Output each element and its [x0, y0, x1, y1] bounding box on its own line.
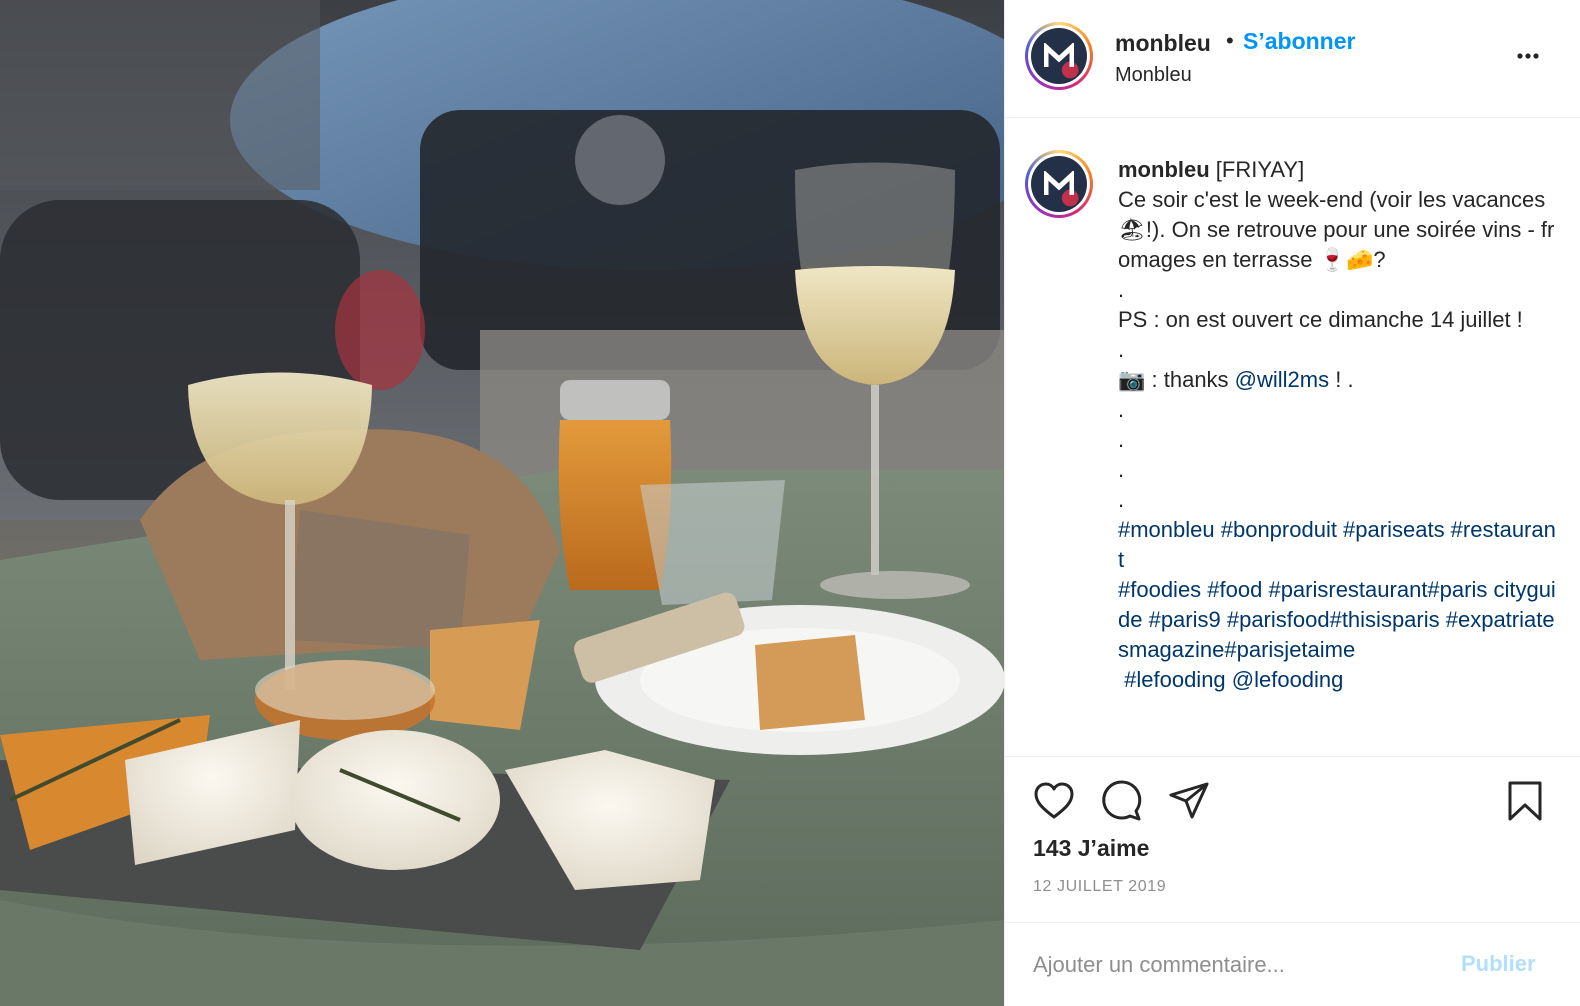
share-icon[interactable]	[1167, 779, 1211, 823]
photo-illustration	[0, 0, 1004, 1006]
comment-input[interactable]	[1033, 947, 1433, 983]
post-photo[interactable]	[0, 0, 1004, 1006]
publish-button[interactable]: Publier	[1461, 951, 1536, 977]
separator-dot: •	[1226, 28, 1234, 53]
post-actions: 143 J’aime 12 JUILLET 2019	[1005, 756, 1580, 946]
caption-username[interactable]: monbleu	[1118, 157, 1210, 182]
account-avatar[interactable]	[1025, 22, 1093, 90]
post-sidebar: monbleu • S’abonner Monbleu monbleu [FRI…	[1004, 0, 1580, 1006]
follow-button[interactable]: S’abonner	[1243, 28, 1355, 55]
bookmark-icon[interactable]	[1503, 779, 1547, 823]
post-date[interactable]: 12 JUILLET 2019	[1033, 878, 1166, 896]
caption-avatar[interactable]	[1025, 150, 1093, 218]
caption-section: monbleu [FRIYAY] Ce soir c'est le week-e…	[1005, 119, 1580, 756]
header-username[interactable]: monbleu	[1115, 30, 1211, 57]
heart-icon[interactable]	[1032, 779, 1076, 823]
post-header: monbleu • S’abonner Monbleu	[1005, 0, 1580, 118]
likes-count[interactable]: 143 J’aime	[1033, 835, 1149, 862]
comment-icon[interactable]	[1099, 779, 1143, 823]
comment-bar: Publier	[1005, 922, 1580, 1006]
caption-text: monbleu [FRIYAY] Ce soir c'est le week-e…	[1118, 155, 1558, 695]
mention-link[interactable]: @will2ms	[1235, 367, 1329, 392]
more-options-icon[interactable]	[1515, 46, 1545, 66]
caption-body: [FRIYAY] Ce soir c'est le week-end (voir…	[1118, 157, 1555, 392]
monbleu-logo-icon	[1044, 43, 1074, 67]
header-location[interactable]: Monbleu	[1115, 64, 1192, 87]
hashtag-links[interactable]: #monbleu #bonproduit #pariseats #restaur…	[1118, 517, 1556, 692]
monbleu-logo-icon	[1044, 171, 1074, 195]
